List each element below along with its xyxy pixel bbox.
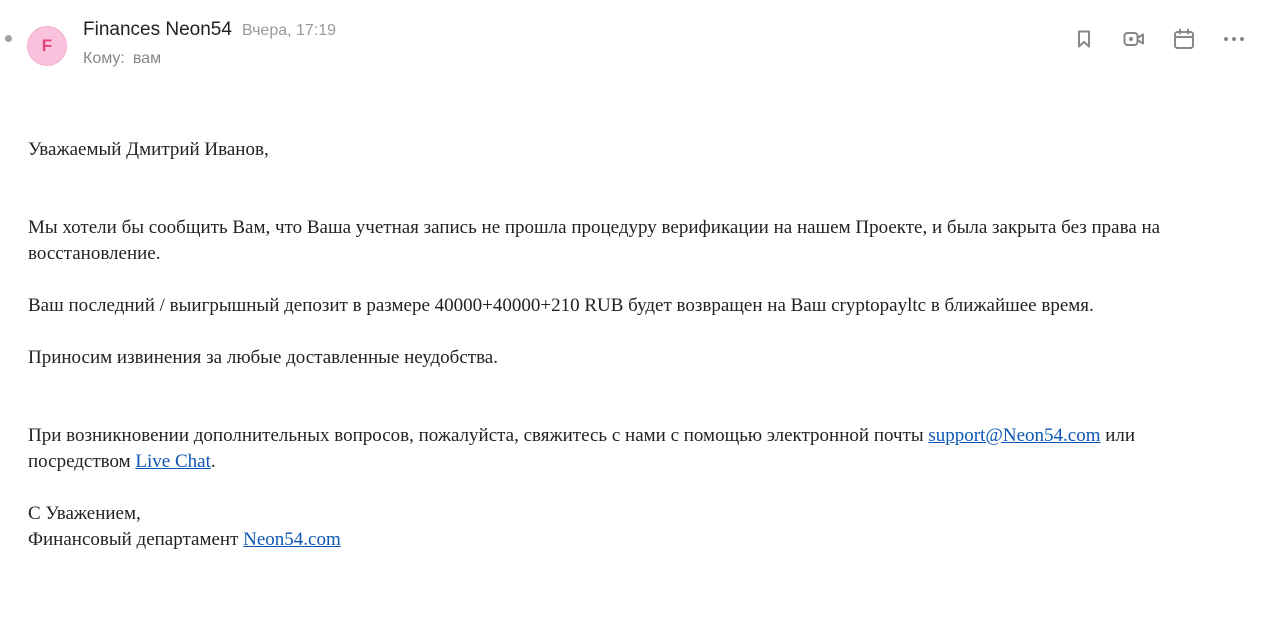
- video-call-button[interactable]: [1120, 26, 1148, 52]
- calendar-button[interactable]: [1170, 26, 1198, 52]
- sender-line: Finances Neon54 Вчера, 17:19: [83, 19, 336, 41]
- message-actions: [1070, 26, 1248, 52]
- contact-text-end: .: [210, 451, 216, 472]
- greeting: Уважаемый Дмитрий Иванов,: [28, 139, 269, 160]
- bookmark-button[interactable]: [1070, 26, 1098, 52]
- support-email-link[interactable]: support@Neon54.com: [928, 425, 1100, 446]
- to-value[interactable]: вам: [133, 50, 161, 67]
- paragraph-verification: Мы хотели бы сообщить Вам, что Ваша учет…: [28, 217, 1161, 264]
- signature-department: Финансовый департамент Neon54.com: [28, 527, 1238, 553]
- avatar: F: [27, 26, 67, 66]
- live-chat-link[interactable]: Live Chat: [135, 451, 210, 472]
- paragraph-deposit: Ваш последний / выигрышный депозит в раз…: [28, 295, 1094, 316]
- paragraph-contact: При возникновении дополнительных вопросо…: [28, 423, 1238, 475]
- to-label: Кому:: [83, 50, 125, 67]
- paragraph-apology: Приносим извинения за любые доставленные…: [28, 347, 498, 368]
- message-date: Вчера, 17:19: [241, 22, 337, 39]
- more-icon: [1224, 37, 1244, 41]
- unread-indicator: [5, 35, 12, 42]
- site-link[interactable]: Neon54.com: [243, 529, 341, 550]
- message-body: Уважаемый Дмитрий Иванов, Мы хотели бы с…: [28, 137, 1238, 553]
- contact-text: При возникновении дополнительных вопросо…: [28, 425, 929, 446]
- signature-greeting: С Уважением,: [28, 503, 141, 524]
- calendar-icon: [1174, 28, 1194, 49]
- recipient-line: Кому: вам: [83, 50, 161, 68]
- more-button[interactable]: [1220, 26, 1248, 52]
- department-text: Финансовый департамент: [28, 529, 244, 550]
- video-icon: [1123, 32, 1144, 46]
- bookmark-icon: [1078, 30, 1090, 48]
- sender-name[interactable]: Finances Neon54: [83, 19, 232, 41]
